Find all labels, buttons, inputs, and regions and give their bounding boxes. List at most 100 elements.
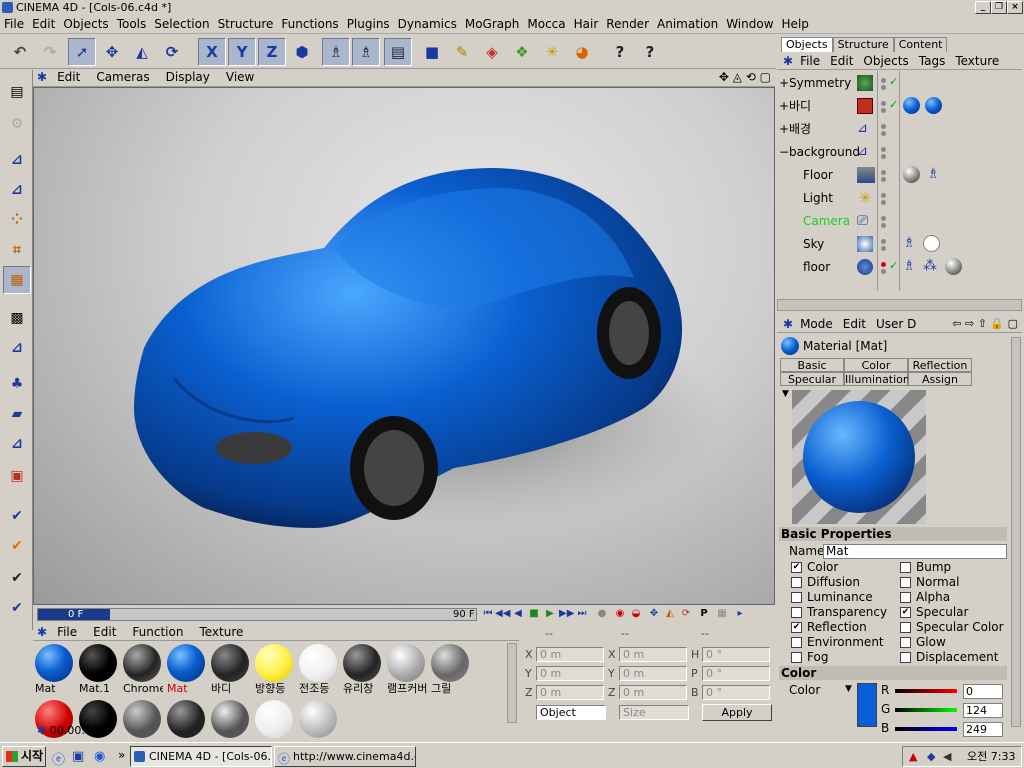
render-dot[interactable] <box>881 131 886 136</box>
texture-tag-icon[interactable]: ♗ <box>927 166 940 182</box>
obj-menu-texture[interactable]: Texture <box>950 54 1004 68</box>
texture-tag-icon[interactable]: ♗ <box>903 258 916 274</box>
color-swatch[interactable] <box>857 683 877 727</box>
menu-functions[interactable]: Functions <box>277 15 342 33</box>
obj-menu-tags[interactable]: Tags <box>914 54 951 68</box>
redo-icon[interactable]: ↷ <box>36 38 64 66</box>
menu-window[interactable]: Window <box>722 15 777 33</box>
start-button[interactable]: 시작 <box>2 746 46 767</box>
nurbs-icon[interactable]: ◈ <box>478 38 506 66</box>
tab-assign[interactable]: Assign <box>908 372 972 386</box>
help-pointer-icon[interactable]: ? <box>606 38 634 66</box>
browser-icon[interactable]: ? <box>636 38 664 66</box>
material-swatch[interactable]: 그릴 <box>429 643 471 695</box>
render-settings-icon[interactable]: ▤ <box>384 38 412 66</box>
visibility-dot[interactable] <box>881 262 886 267</box>
tree-expander[interactable]: + <box>779 118 789 140</box>
timeline-options-icon[interactable]: ▸ <box>733 607 747 621</box>
visibility-dot[interactable] <box>881 147 886 152</box>
position-key-icon[interactable]: ✥ <box>647 607 661 621</box>
transparency-checkbox[interactable] <box>791 607 802 618</box>
mat-menu-texture[interactable]: Texture <box>191 625 251 640</box>
bump-checkbox[interactable] <box>900 562 911 573</box>
size-z-field[interactable]: 0 m <box>619 685 687 700</box>
size-x-field[interactable]: 0 m <box>619 647 687 662</box>
visibility-dot[interactable] <box>881 239 886 244</box>
size-y-field[interactable]: 0 m <box>619 666 687 681</box>
layout-icon[interactable]: ▤ <box>3 78 31 106</box>
visibility-dot[interactable] <box>881 101 886 106</box>
obj-menu-file[interactable]: File <box>795 54 825 68</box>
x-axis-button[interactable]: X <box>198 38 226 66</box>
quantize-icon[interactable]: ✔ <box>3 532 31 560</box>
material-swatch[interactable]: 방향등 <box>253 643 295 695</box>
next-key-button[interactable]: ▶▶ <box>559 607 574 621</box>
key-selection-icon[interactable]: ◒ <box>629 607 643 621</box>
specular-checkbox[interactable]: ✔ <box>900 607 911 618</box>
material-swatch[interactable]: 바디 <box>209 643 251 695</box>
tree-expander[interactable]: − <box>779 141 789 163</box>
specular-color-checkbox[interactable] <box>900 622 911 633</box>
timeline-slider[interactable]: 0 F 90 F <box>37 608 477 621</box>
menu-hair[interactable]: Hair <box>570 15 603 33</box>
tab-basic[interactable]: Basic <box>780 358 844 372</box>
green-slider[interactable] <box>895 708 957 712</box>
material-scrollbar[interactable] <box>507 643 517 723</box>
menu-mograph[interactable]: MoGraph <box>461 15 524 33</box>
menu-help[interactable]: Help <box>778 15 813 33</box>
taskbar-cinema4d[interactable]: CINEMA 4D - [Cols-06.c4... <box>130 746 272 767</box>
quicklaunch-more[interactable]: » <box>118 748 125 762</box>
taskbar-browser[interactable]: ⓔhttp://www.cinema4d.co... <box>274 746 416 767</box>
tab-objects[interactable]: Objects <box>781 37 833 52</box>
animation-tool-icon[interactable]: ♣ <box>3 370 31 398</box>
volume-icon[interactable]: ◀ <box>943 747 951 766</box>
cube-primitive-icon[interactable]: ■ <box>418 38 446 66</box>
texture-tool-icon[interactable]: ▩ <box>3 304 31 332</box>
points-tool-icon[interactable]: ⁘ <box>3 206 31 234</box>
glow-checkbox[interactable] <box>900 637 911 648</box>
tree-expander[interactable]: + <box>779 95 789 117</box>
visibility-dot[interactable] <box>881 170 886 175</box>
viewport-menu-edit[interactable]: Edit <box>49 69 88 86</box>
scale-key-icon[interactable]: ◭ <box>663 607 677 621</box>
tray-icon[interactable]: ◆ <box>927 747 935 766</box>
workplane-icon[interactable]: ⊿ <box>3 430 31 458</box>
rotate-icon[interactable]: ⟳ <box>158 38 186 66</box>
tab-structure[interactable]: Structure <box>832 37 894 52</box>
viewport-menu-cameras[interactable]: Cameras <box>88 69 157 86</box>
render-dot[interactable] <box>881 200 886 205</box>
enabled-check-icon[interactable]: ✓ <box>889 259 898 272</box>
prev-key-button[interactable]: ◀◀ <box>495 607 510 621</box>
viewport-menu-view[interactable]: View <box>218 69 262 86</box>
material-swatch[interactable]: Mat.1 <box>77 643 119 695</box>
z-axis-button[interactable]: Z <box>258 38 286 66</box>
material-preview[interactable] <box>792 390 926 524</box>
size-mode-select[interactable]: Size <box>619 705 689 720</box>
mat-menu-function[interactable]: Function <box>124 625 191 640</box>
texture-tag-icon[interactable]: ♗ <box>903 235 916 251</box>
rotation-key-icon[interactable]: ⟳ <box>679 607 693 621</box>
menu-selection[interactable]: Selection <box>150 15 213 33</box>
obj-menu-edit[interactable]: Edit <box>825 54 858 68</box>
material-tag-icon[interactable] <box>903 97 920 114</box>
restore-button[interactable]: ❐ <box>991 1 1007 14</box>
menu-animation[interactable]: Animation <box>653 15 722 33</box>
point-level-icon[interactable]: ▦ <box>715 607 729 621</box>
attr-menu-edit[interactable]: Edit <box>838 317 871 331</box>
play-backward-button[interactable]: ◀ <box>511 607 525 621</box>
material-tag-icon[interactable] <box>923 235 940 252</box>
rot-p-field[interactable]: 0 ° <box>702 666 770 681</box>
material-tag-icon[interactable] <box>903 166 920 183</box>
pos-y-field[interactable]: 0 m <box>536 666 604 681</box>
displacement-checkbox[interactable] <box>900 652 911 663</box>
parameter-key-button[interactable]: P <box>697 607 711 621</box>
diffusion-checkbox[interactable] <box>791 577 802 588</box>
render-dot[interactable] <box>881 154 886 159</box>
tab-reflection[interactable]: Reflection <box>908 358 972 372</box>
mat-menu-file[interactable]: File <box>49 625 85 640</box>
material-tag-icon[interactable] <box>945 258 962 275</box>
menu-tools[interactable]: Tools <box>113 15 151 33</box>
render-dot[interactable] <box>881 108 886 113</box>
blue-field[interactable]: 249 <box>963 722 1003 737</box>
polygons-tool-icon[interactable]: ▦ <box>3 266 31 294</box>
